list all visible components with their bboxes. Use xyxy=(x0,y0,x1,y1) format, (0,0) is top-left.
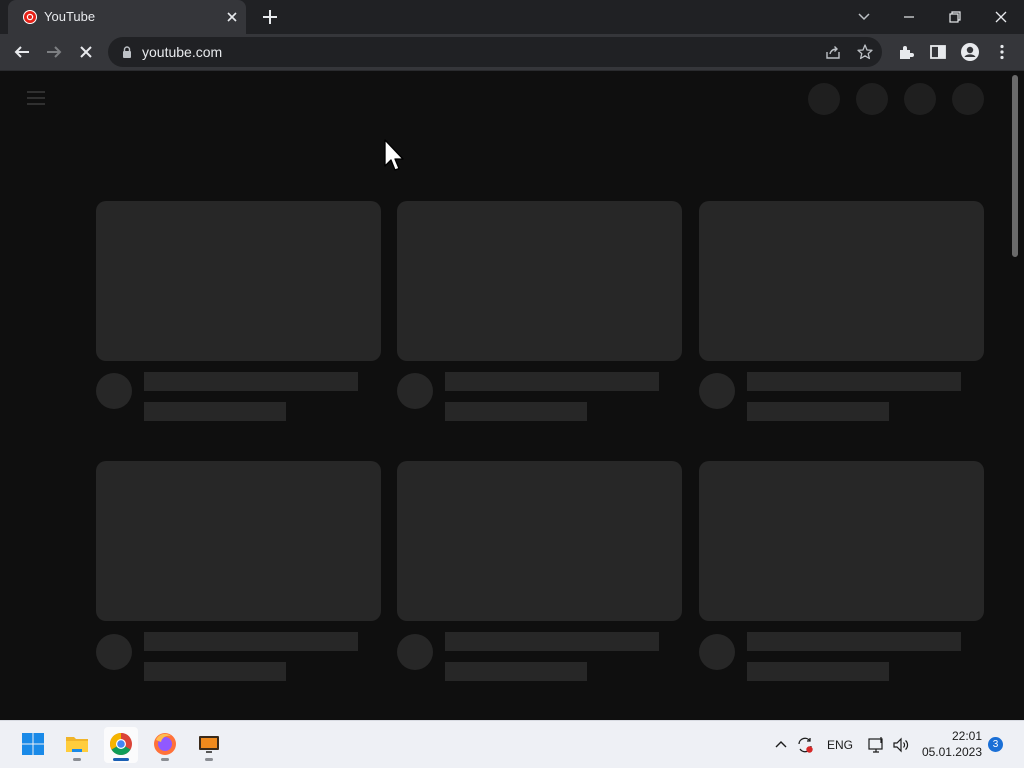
stop-loading-icon[interactable] xyxy=(76,42,96,62)
lock-icon[interactable] xyxy=(120,45,134,59)
menu-icon[interactable] xyxy=(26,89,46,107)
meta-line-placeholder xyxy=(144,662,286,681)
title-line-placeholder xyxy=(445,372,659,391)
video-thumbnail-placeholder xyxy=(699,201,984,361)
title-line-placeholder xyxy=(144,632,358,651)
video-thumbnail-placeholder xyxy=(96,201,381,361)
meta-line-placeholder xyxy=(144,402,286,421)
avatar-placeholder xyxy=(397,373,433,409)
browser-title-bar: YouTube xyxy=(0,0,1024,34)
share-icon[interactable] xyxy=(824,43,842,61)
mouse-cursor-icon xyxy=(383,139,405,173)
star-icon[interactable] xyxy=(856,43,874,61)
side-panel-icon[interactable] xyxy=(928,42,948,62)
video-thumbnail-placeholder xyxy=(96,461,381,621)
browser-toolbar: youtube.com xyxy=(0,34,1024,71)
page-content xyxy=(0,71,1024,720)
avatar-placeholder xyxy=(96,634,132,670)
close-icon[interactable] xyxy=(992,8,1010,26)
windows-start-icon xyxy=(22,733,44,755)
chrome-icon xyxy=(110,733,132,755)
back-arrow-icon[interactable] xyxy=(12,42,32,62)
running-indicator xyxy=(205,758,213,761)
notification-badge[interactable]: 3 xyxy=(988,737,1003,752)
active-indicator xyxy=(113,758,129,761)
clock-time[interactable]: 22:01 xyxy=(940,729,982,743)
youtube-icon xyxy=(22,9,38,25)
tab-youtube[interactable]: YouTube xyxy=(8,0,246,34)
extensions-icon[interactable] xyxy=(896,42,916,62)
title-line-placeholder xyxy=(747,372,961,391)
header-placeholder xyxy=(952,83,984,115)
network-icon[interactable] xyxy=(867,736,885,754)
file-explorer-icon xyxy=(66,737,88,752)
avatar-placeholder xyxy=(699,634,735,670)
minimize-icon[interactable] xyxy=(900,8,918,26)
avatar-placeholder xyxy=(397,634,433,670)
title-line-placeholder xyxy=(144,372,358,391)
more-vert-icon[interactable] xyxy=(992,42,1012,62)
url-text[interactable]: youtube.com xyxy=(142,44,222,60)
running-indicator xyxy=(73,758,81,761)
meta-line-placeholder xyxy=(747,402,889,421)
title-line-placeholder xyxy=(747,632,961,651)
header-placeholder xyxy=(808,83,840,115)
sync-icon[interactable] xyxy=(796,736,814,754)
close-icon[interactable] xyxy=(224,9,240,25)
taskbar-app[interactable] xyxy=(192,727,226,763)
chevron-up-icon[interactable] xyxy=(772,736,790,754)
firefox-icon xyxy=(154,733,176,755)
meta-line-placeholder xyxy=(445,662,587,681)
app-icon xyxy=(199,736,219,753)
taskbar-chrome[interactable] xyxy=(104,727,138,763)
plus-icon[interactable] xyxy=(260,7,280,27)
volume-icon[interactable] xyxy=(892,736,910,754)
chevron-down-icon[interactable] xyxy=(855,8,873,26)
video-thumbnail-placeholder xyxy=(699,461,984,621)
header-placeholder xyxy=(904,83,936,115)
title-line-placeholder xyxy=(445,632,659,651)
profile-icon[interactable] xyxy=(960,42,980,62)
taskbar-firefox[interactable] xyxy=(148,727,182,763)
header-placeholder xyxy=(856,83,888,115)
taskbar-file-explorer[interactable] xyxy=(60,727,94,763)
clock-date[interactable]: 05.01.2023 xyxy=(920,745,982,759)
avatar-placeholder xyxy=(96,373,132,409)
meta-line-placeholder xyxy=(445,402,587,421)
taskbar: ENG 22:01 05.01.2023 3 xyxy=(0,720,1024,768)
page-scrollbar[interactable] xyxy=(1012,75,1018,257)
video-thumbnail-placeholder xyxy=(397,201,682,361)
meta-line-placeholder xyxy=(747,662,889,681)
forward-arrow-icon[interactable] xyxy=(44,42,64,62)
tab-title: YouTube xyxy=(44,9,96,24)
windows-start-button[interactable] xyxy=(16,727,50,763)
restore-icon[interactable] xyxy=(946,8,964,26)
video-thumbnail-placeholder xyxy=(397,461,682,621)
running-indicator xyxy=(161,758,169,761)
language-indicator[interactable]: ENG xyxy=(827,738,853,752)
avatar-placeholder xyxy=(699,373,735,409)
address-bar[interactable]: youtube.com xyxy=(108,37,882,67)
